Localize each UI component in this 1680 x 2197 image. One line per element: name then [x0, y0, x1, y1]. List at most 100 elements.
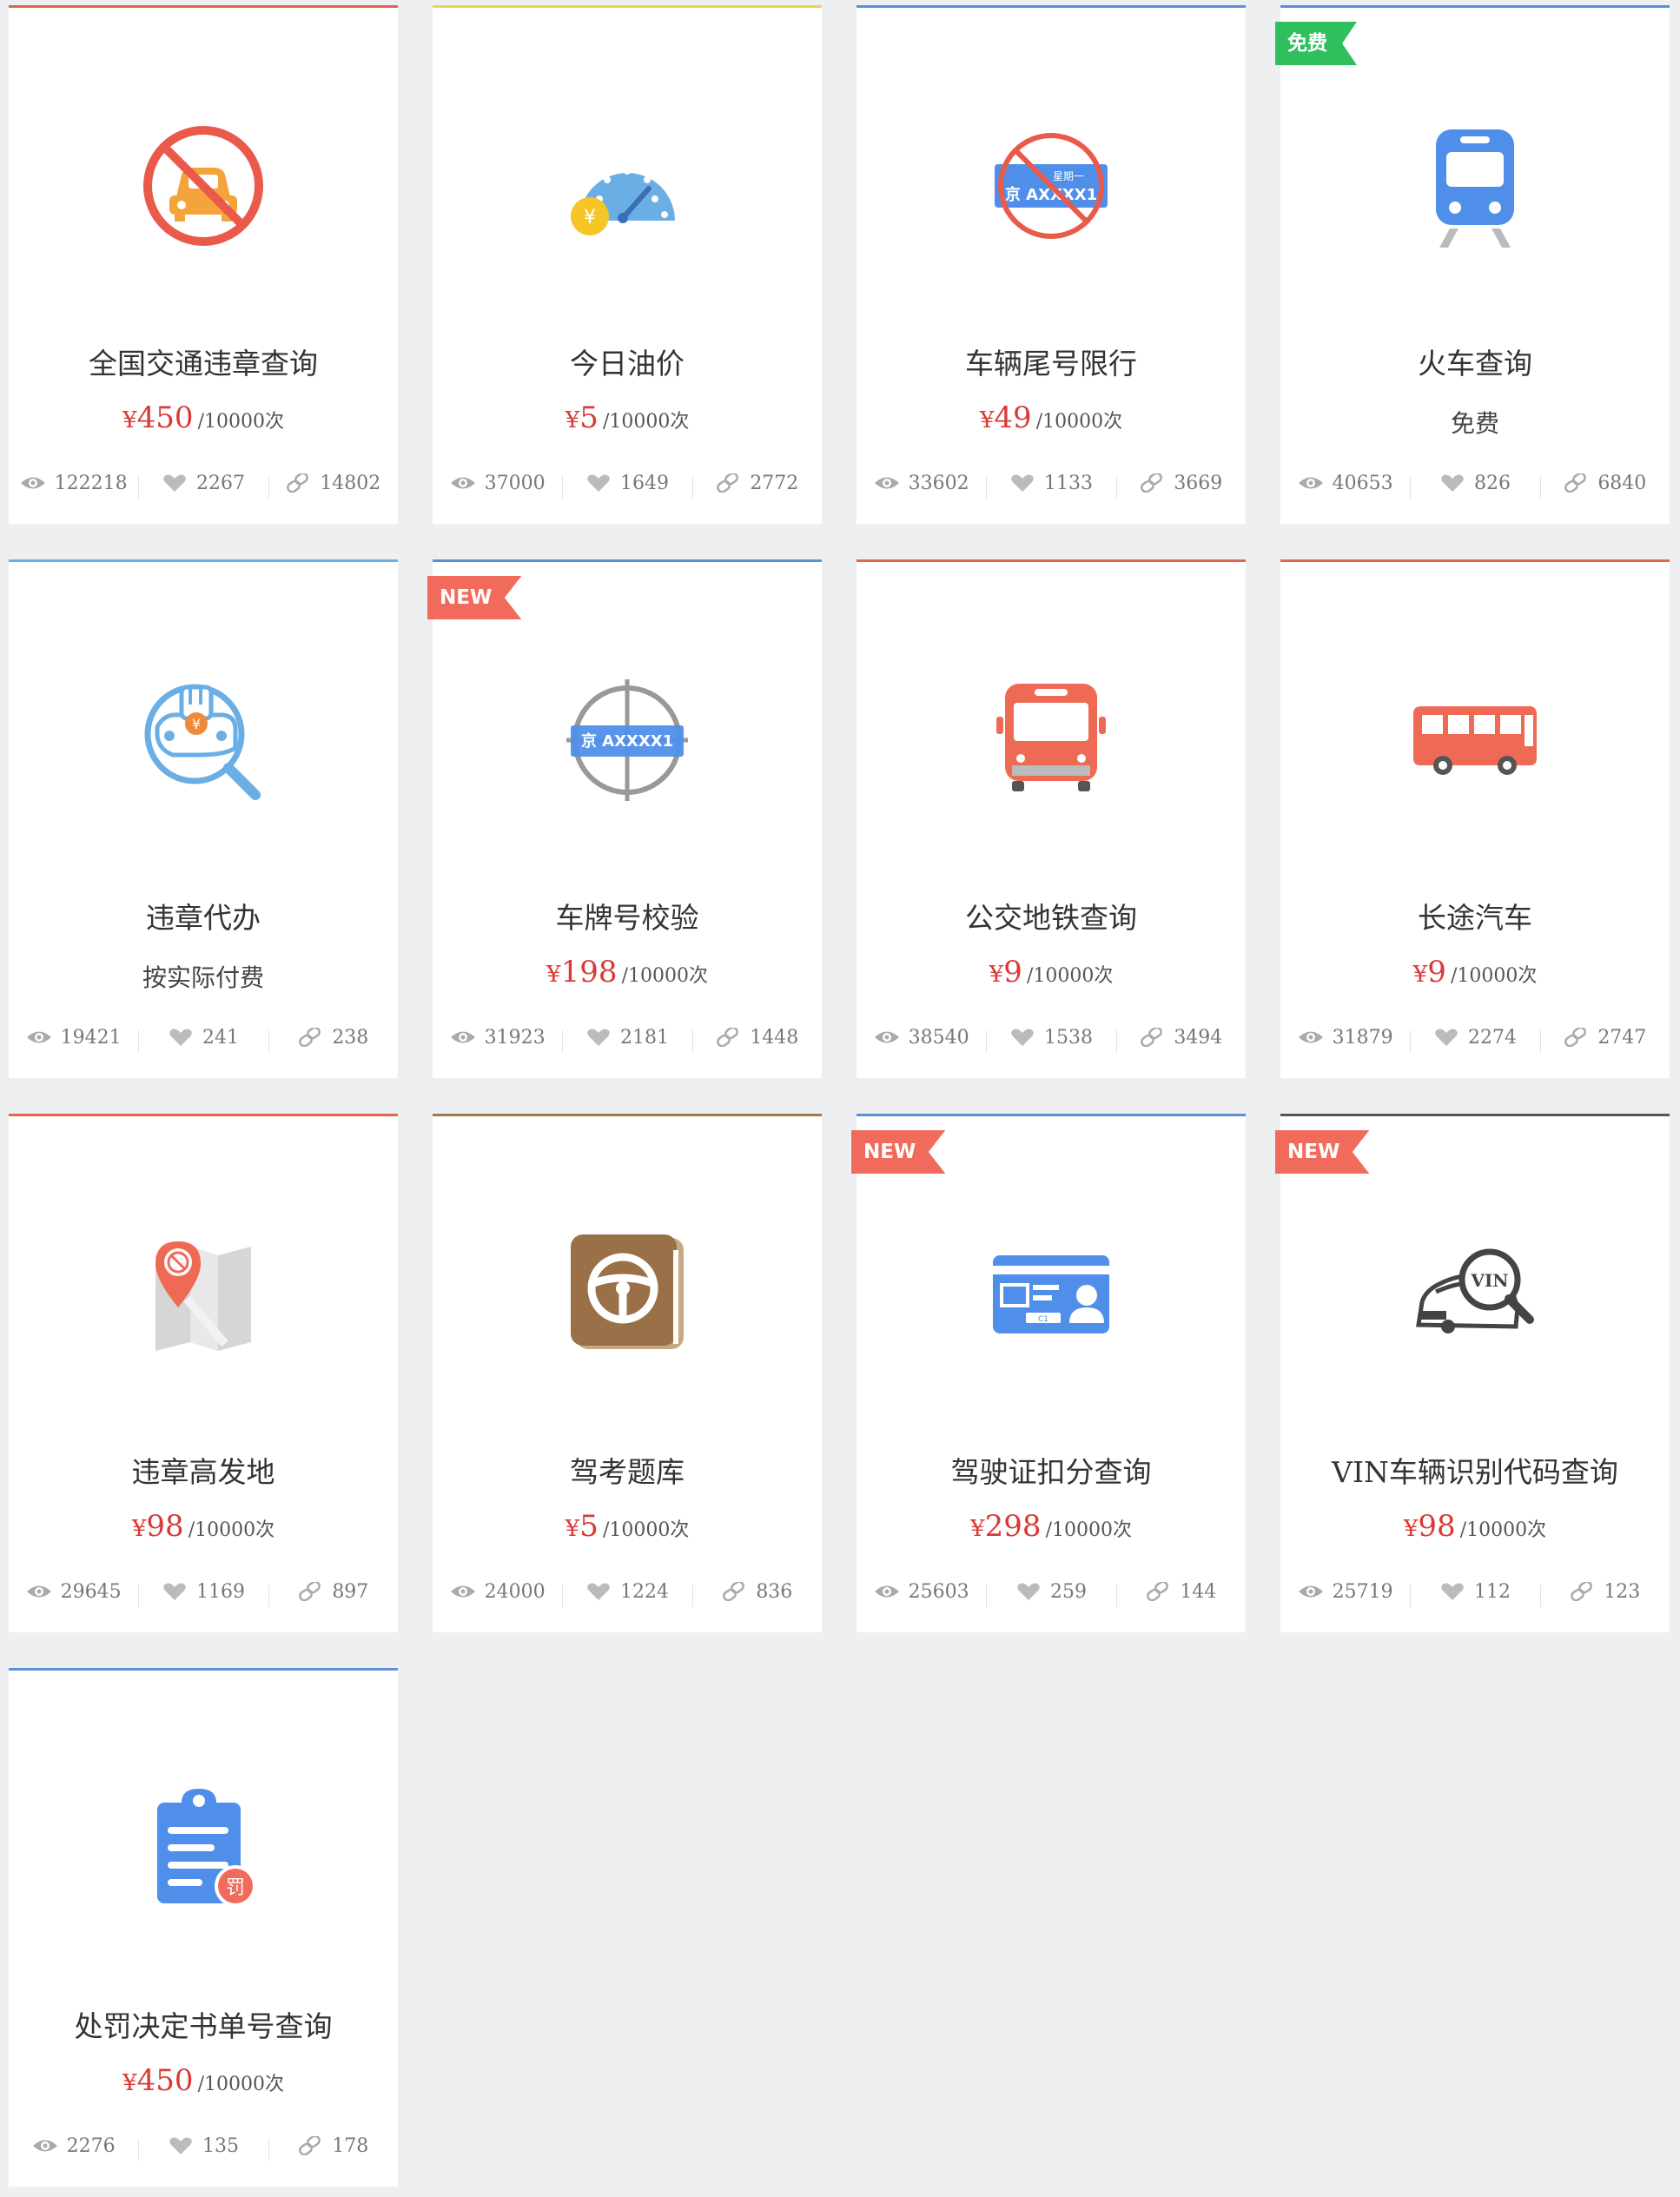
likes-stat[interactable]: 2274: [1410, 1027, 1539, 1053]
eye-icon: [450, 1582, 476, 1601]
heart-icon[interactable]: [168, 2136, 194, 2155]
price: ¥9 /10000次: [1280, 955, 1670, 998]
card-title[interactable]: 违章代办: [9, 895, 398, 936]
card-title[interactable]: 全国交通违章查询: [9, 341, 398, 382]
api-card[interactable]: 公交地铁查询 ¥9 /10000次 38540 1538 3494: [857, 559, 1246, 1078]
card-title[interactable]: 处罚决定书单号查询: [9, 2003, 398, 2045]
likes-stat[interactable]: 1649: [562, 473, 691, 499]
card-stats: 37000 1649 2772: [433, 466, 822, 500]
map-pin-icon: [138, 1229, 268, 1360]
price: ¥298 /10000次: [857, 1509, 1246, 1552]
card-title[interactable]: 长途汽车: [1280, 895, 1670, 936]
heart-icon[interactable]: [168, 1028, 194, 1047]
card-title[interactable]: 公交地铁查询: [857, 895, 1246, 936]
link-icon: [721, 1582, 747, 1601]
api-card[interactable]: 长途汽车 ¥9 /10000次 31879 2274 2747: [1280, 559, 1670, 1078]
card-title[interactable]: VIN车辆识别代码查询: [1280, 1449, 1670, 1491]
links-count: 3494: [1174, 1026, 1223, 1049]
link-icon: [715, 473, 741, 493]
links-stat: 178: [268, 2134, 398, 2161]
eye-icon: [20, 473, 46, 493]
steering-book-icon: [562, 1229, 692, 1360]
likes-count: 1538: [1043, 1026, 1093, 1049]
links-count: 178: [332, 2134, 369, 2157]
views-count: 37000: [484, 472, 546, 494]
heart-icon[interactable]: [1009, 1028, 1035, 1047]
likes-stat[interactable]: 1169: [138, 1581, 268, 1607]
card-title[interactable]: 违章高发地: [9, 1449, 398, 1491]
license-card-icon: C1: [986, 1229, 1116, 1360]
price-note: 按实际付费: [142, 963, 264, 992]
card-stats: 24000 1224 836: [433, 1574, 822, 1609]
api-card[interactable]: NEW VIN VIN车辆识别代码查询 ¥98 /10000次 25719 11…: [1275, 1114, 1670, 1632]
likes-stat[interactable]: 1538: [986, 1026, 1115, 1053]
heart-icon[interactable]: [1439, 473, 1465, 493]
card-title[interactable]: 今日油价: [433, 341, 822, 382]
views-stat: 25719: [1280, 1581, 1410, 1603]
card-title[interactable]: 驾考题库: [433, 1449, 822, 1491]
card-stats: 31923 2181 1448: [433, 1020, 822, 1055]
price-amount: 298: [984, 1509, 1042, 1544]
card-stats: 25603 259 144: [857, 1574, 1246, 1609]
views-stat: 2276: [9, 2135, 138, 2157]
links-stat: 836: [691, 1581, 822, 1607]
links-stat: 3494: [1115, 1026, 1246, 1053]
heart-icon[interactable]: [1009, 473, 1035, 493]
price: ¥198 /10000次: [433, 955, 822, 998]
heart-icon[interactable]: [162, 473, 188, 493]
api-card[interactable]: 全国交通违章查询 ¥450 /10000次 122218 2267 14802: [9, 5, 398, 524]
api-card[interactable]: ¥ 违章代办 按实际付费 19421 241 238: [9, 559, 398, 1078]
api-card[interactable]: NEW 京 AXXXX1 车牌号校验 ¥198 /10000次 31923 21…: [427, 559, 822, 1078]
price: ¥5 /10000次: [433, 1509, 822, 1552]
api-card[interactable]: 罚 处罚决定书单号查询 ¥450 /10000次 2276 135 178: [9, 1668, 398, 2187]
heart-icon[interactable]: [162, 1582, 188, 1601]
heart-icon[interactable]: [585, 1028, 612, 1047]
likes-stat[interactable]: 826: [1410, 473, 1539, 499]
price-note: 免费: [1450, 409, 1499, 438]
heart-icon[interactable]: [1439, 1582, 1465, 1601]
views-count: 33602: [908, 472, 969, 494]
price-currency: ¥: [122, 407, 137, 433]
price-currency: ¥: [565, 1516, 580, 1542]
likes-stat[interactable]: 112: [1410, 1581, 1539, 1607]
price-amount: 5: [579, 1509, 599, 1544]
heart-icon[interactable]: [585, 1582, 612, 1601]
likes-stat[interactable]: 2181: [562, 1027, 691, 1053]
svg-text:VIN: VIN: [1470, 1270, 1508, 1291]
svg-text:¥: ¥: [192, 716, 201, 732]
price: ¥450 /10000次: [9, 2063, 398, 2107]
eye-icon: [450, 1028, 476, 1047]
price: ¥98 /10000次: [9, 1509, 398, 1552]
likes-count: 2267: [195, 472, 245, 494]
card-title[interactable]: 车辆尾号限行: [857, 341, 1246, 382]
heart-icon[interactable]: [1433, 1028, 1459, 1047]
links-count: 897: [332, 1580, 369, 1603]
api-card[interactable]: 免费 火车查询 免费 40653 826 6840: [1275, 5, 1670, 524]
likes-stat[interactable]: 1133: [986, 473, 1115, 499]
eye-icon: [874, 1582, 900, 1601]
badge-ribbon: 免费: [1275, 22, 1357, 65]
links-count: 14802: [320, 472, 381, 494]
card-stats: 31879 2274 2747: [1280, 1020, 1670, 1055]
heart-icon[interactable]: [585, 473, 612, 493]
api-card[interactable]: ¥ 今日油价 ¥5 /10000次 37000 1649 2772: [433, 5, 822, 524]
heart-icon[interactable]: [1015, 1582, 1042, 1601]
api-card[interactable]: 星期一 京 AXXXX1 车辆尾号限行 ¥49 /10000次 33602 11…: [857, 5, 1246, 524]
likes-stat[interactable]: 135: [138, 2135, 268, 2161]
likes-stat[interactable]: 2267: [138, 472, 268, 499]
card-title[interactable]: 驾驶证扣分查询: [857, 1449, 1246, 1491]
api-card[interactable]: 驾考题库 ¥5 /10000次 24000 1224 836: [433, 1114, 822, 1632]
card-stats: 2276 135 178: [9, 2128, 398, 2163]
card-title[interactable]: 车牌号校验: [433, 895, 822, 936]
likes-stat[interactable]: 1224: [562, 1581, 691, 1607]
likes-stat[interactable]: 259: [986, 1581, 1115, 1607]
links-stat: 123: [1539, 1581, 1670, 1607]
api-card[interactable]: NEW C1 驾驶证扣分查询 ¥298 /10000次 25603 259 14…: [851, 1114, 1246, 1632]
svg-text:京 AXXXX1: 京 AXXXX1: [581, 731, 673, 751]
links-stat: 6840: [1539, 472, 1670, 499]
card-title[interactable]: 火车查询: [1280, 341, 1670, 382]
card-stats: 25719 112 123: [1280, 1574, 1670, 1609]
api-card[interactable]: 违章高发地 ¥98 /10000次 29645 1169 897: [9, 1114, 398, 1632]
likes-stat[interactable]: 241: [138, 1027, 268, 1053]
links-count: 6840: [1597, 472, 1647, 494]
